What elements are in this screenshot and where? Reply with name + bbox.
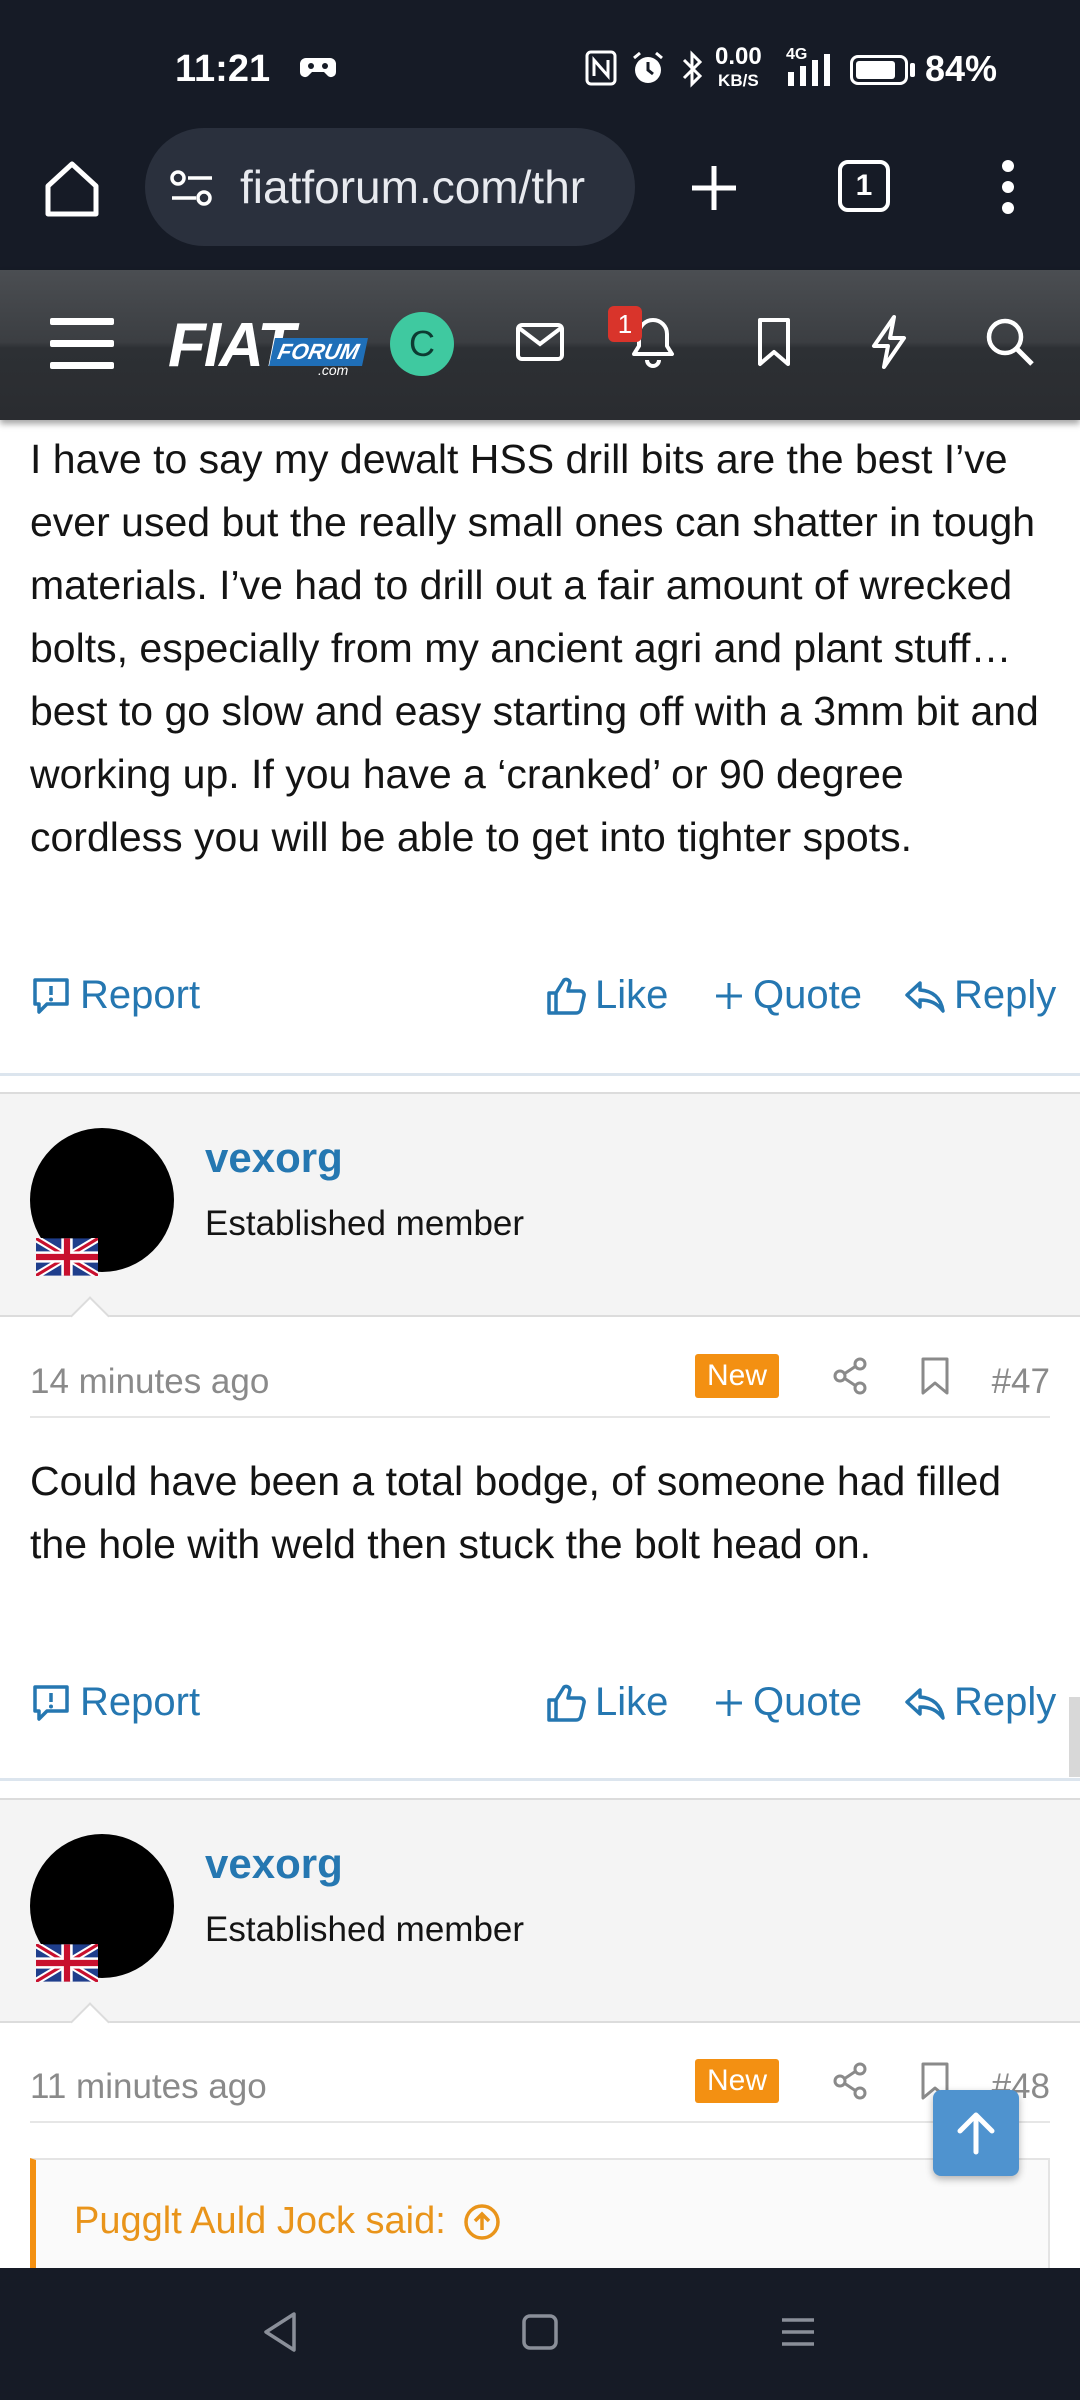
user-title: Established member [205, 1910, 525, 1949]
home-icon[interactable] [40, 158, 104, 225]
screen: { "status_bar": { "time": "11:21", "net_… [0, 0, 1080, 2400]
browser-menu-icon[interactable] [998, 158, 1018, 221]
logo-dotcom: .com [318, 362, 349, 378]
username-link[interactable]: vexorg [205, 1840, 343, 1888]
reply-button[interactable]: Reply [904, 973, 1056, 1018]
search-icon[interactable] [984, 316, 1036, 373]
like-button[interactable]: Like [545, 1680, 668, 1725]
alarm-icon [630, 50, 666, 94]
username-link[interactable]: vexorg [205, 1134, 343, 1182]
net-speed-unit: KB/S [718, 71, 759, 90]
post-time[interactable]: 11 minutes ago [30, 2067, 267, 2107]
bluetooth-icon [680, 50, 704, 96]
reply-label: Reply [954, 973, 1057, 1017]
quote-button[interactable]: Quote [713, 973, 862, 1018]
post-meta: 11 minutes ago New #48 [30, 2053, 1050, 2123]
post-user-header: vexorg Established member [0, 1092, 1080, 1317]
post-divider [0, 1073, 1080, 1076]
share-icon[interactable] [830, 2061, 870, 2106]
quote-header[interactable]: Pugglt Auld Jock said: [74, 2200, 502, 2243]
user-title: Established member [205, 1204, 525, 1243]
bookmarks-icon[interactable] [756, 316, 792, 373]
thumbs-up-icon [547, 1684, 586, 1722]
scrollbar-thumb[interactable] [1069, 1697, 1080, 1777]
signal-icon [786, 54, 836, 96]
post-body: I have to say my dewalt HSS drill bits a… [30, 436, 1039, 860]
net-speed: 0.00 KB/S [715, 43, 762, 92]
url-text[interactable]: fiatforum.com/thr [240, 160, 620, 214]
whats-new-bolt-icon[interactable] [868, 314, 910, 375]
arrow-up-circle-icon[interactable] [462, 2202, 502, 2242]
nav-home-icon[interactable] [520, 2312, 560, 2357]
battery-tip [910, 63, 915, 77]
site-settings-icon[interactable] [168, 168, 216, 213]
battery-percentage: 84% [925, 48, 998, 89]
like-label: Like [595, 973, 669, 1017]
post-actions: Report Like Quote Reply [30, 1680, 1056, 1740]
nav-back-icon[interactable] [260, 2310, 300, 2359]
quote-button[interactable]: Quote [713, 1680, 862, 1725]
alerts-count-badge: 1 [608, 306, 642, 342]
new-badge: New [695, 1354, 780, 1398]
post-number[interactable]: #47 [992, 1362, 1050, 1402]
post-divider [0, 1778, 1080, 1781]
arrow-up-icon [957, 2112, 995, 2155]
battery-level [856, 61, 895, 79]
post-user-header: vexorg Established member [0, 1798, 1080, 2023]
uk-flag-icon [36, 1944, 98, 1982]
report-label: Report [80, 973, 201, 1017]
reply-label: Reply [954, 1680, 1057, 1724]
battery-icon [850, 55, 908, 85]
system-nav-bar [0, 2268, 1080, 2400]
reply-button[interactable]: Reply [904, 1680, 1056, 1725]
quote-author: Pugglt Auld Jock said: [74, 2200, 446, 2242]
hamburger-menu-icon[interactable] [50, 318, 114, 375]
account-avatar[interactable]: C [390, 312, 454, 376]
report-icon [33, 1684, 69, 1721]
quote-label: Quote [753, 973, 862, 1017]
quote-block: Pugglt Auld Jock said: [30, 2158, 1050, 2268]
thumbs-up-icon [547, 977, 586, 1015]
post-meta: 14 minutes ago New #47 [30, 1348, 1050, 1418]
status-bar: 11:21 0.00 KB/S 4G 84% [0, 0, 1080, 130]
scroll-to-top-button[interactable] [933, 2090, 1019, 2176]
nfc-icon [585, 50, 617, 94]
report-button[interactable]: Report [30, 1680, 200, 1725]
net-speed-value: 0.00 [715, 43, 762, 70]
nav-menu-icon[interactable] [778, 2312, 818, 2357]
plus-icon [716, 982, 742, 1009]
quote-label: Quote [753, 1680, 862, 1724]
post-body: Could have been a total bodge, of someon… [30, 1458, 1002, 1567]
share-icon[interactable] [830, 1356, 870, 1401]
game-controller-icon [300, 52, 336, 90]
report-button[interactable]: Report [30, 973, 200, 1018]
tab-switcher-button[interactable]: 1 [838, 160, 890, 212]
like-button[interactable]: Like [545, 973, 668, 1018]
like-label: Like [595, 1680, 669, 1724]
inbox-icon[interactable] [515, 322, 565, 367]
plus-icon [716, 1689, 742, 1716]
report-label: Report [80, 1680, 201, 1724]
new-tab-icon[interactable] [688, 162, 740, 219]
post-actions: Report Like Quote Reply [30, 973, 1056, 1033]
reply-arrow-icon [905, 980, 945, 1013]
reply-arrow-icon [905, 1687, 945, 1720]
bookmark-icon[interactable] [920, 1356, 950, 1401]
report-icon [33, 977, 69, 1014]
post-time[interactable]: 14 minutes ago [30, 1362, 269, 1402]
new-badge: New [695, 2059, 780, 2103]
status-time: 11:21 [175, 48, 271, 90]
uk-flag-icon [36, 1238, 98, 1276]
